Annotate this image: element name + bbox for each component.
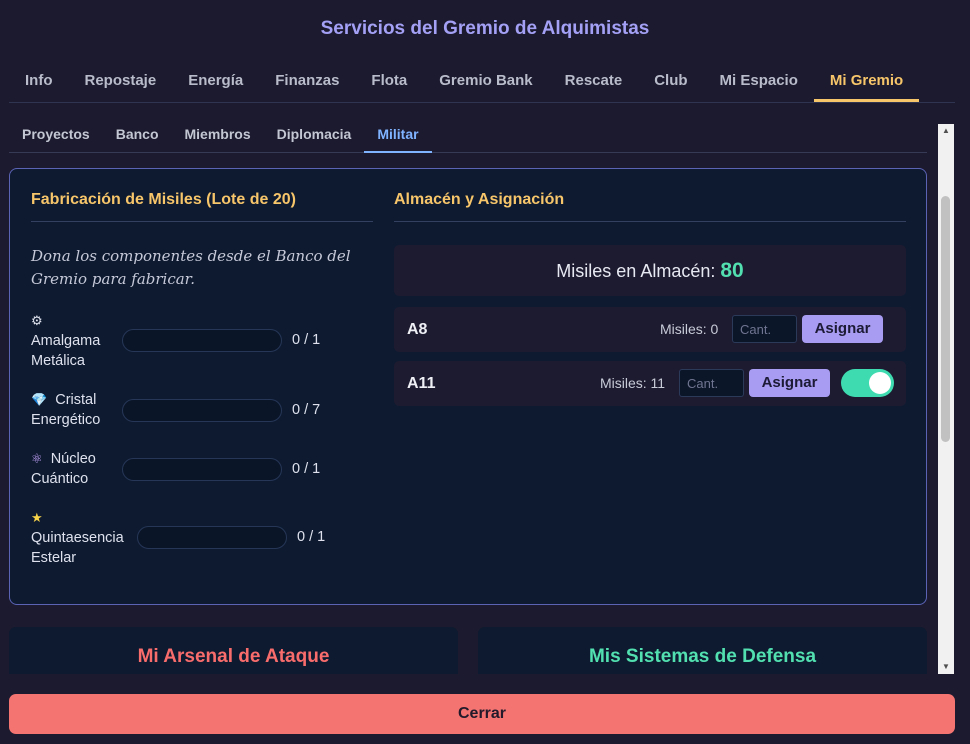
scrollbar[interactable]: ▲ ▼: [938, 124, 954, 674]
star-icon: ★: [31, 510, 43, 525]
scrollbar-thumb[interactable]: [941, 196, 950, 442]
missile-stock: Misiles en Almacén: 80: [394, 245, 906, 296]
gem-icon: 💎: [31, 392, 48, 407]
window-title: Servicios del Gremio de Alquimistas: [320, 18, 650, 39]
missile-fabrication: Fabricación de Misiles (Lote de 20) Dona…: [31, 191, 373, 566]
tab-info[interactable]: Info: [9, 62, 69, 102]
atom-icon: ⚛: [31, 451, 43, 466]
subtab-proyectos[interactable]: Proyectos: [9, 120, 103, 153]
tab-mi-gremio[interactable]: Mi Gremio: [813, 62, 920, 102]
row-name: A11: [407, 375, 436, 392]
donation-input-nucleo[interactable]: [122, 458, 282, 481]
component-count: 0 / 7: [292, 402, 321, 418]
fabrication-description: Dona los componentes desde el Banco del …: [31, 247, 351, 288]
assign-row-a8: A8 Misiles: 0 Asignar: [394, 307, 906, 352]
stock-value: 80: [720, 259, 744, 282]
gear-icon: ⚙: [31, 313, 43, 328]
donation-input-amalgama[interactable]: [122, 329, 282, 352]
toggle-knob: [869, 372, 891, 394]
subtab-miembros[interactable]: Miembros: [172, 120, 264, 153]
tab-repostaje[interactable]: Repostaje: [69, 62, 173, 102]
defense-systems-card[interactable]: Mis Sistemas de Defensa: [478, 627, 927, 674]
scroll-down-icon[interactable]: ▼: [938, 660, 954, 674]
assign-button[interactable]: Asignar: [802, 315, 883, 343]
auto-assign-toggle[interactable]: [841, 369, 894, 397]
main-tabs: Info Repostaje Energía Finanzas Flota Gr…: [9, 62, 955, 103]
component-count: 0 / 1: [292, 461, 321, 477]
row-missile-count: Misiles: 11: [600, 375, 666, 391]
component-name: Amalgama Metálica: [31, 333, 101, 369]
subtab-diplomacia[interactable]: Diplomacia: [264, 120, 365, 153]
tab-mi-espacio[interactable]: Mi Espacio: [704, 62, 814, 102]
sub-tabs: Proyectos Banco Miembros Diplomacia Mili…: [9, 120, 927, 153]
component-name: Quintaesencia Estelar: [31, 530, 124, 566]
scroll-up-icon[interactable]: ▲: [938, 124, 954, 138]
content-scroll-area: Proyectos Banco Miembros Diplomacia Mili…: [9, 120, 927, 674]
tab-rescate[interactable]: Rescate: [549, 62, 639, 102]
component-count: 0 / 1: [292, 332, 321, 348]
quantity-input[interactable]: [679, 369, 744, 397]
tab-energia[interactable]: Energía: [172, 62, 259, 102]
tab-flota[interactable]: Flota: [355, 62, 423, 102]
assign-button[interactable]: Asignar: [749, 369, 830, 397]
tab-club[interactable]: Club: [638, 62, 703, 102]
component-count: 0 / 1: [297, 529, 326, 545]
donation-input-cristal[interactable]: [122, 399, 282, 422]
subtab-militar[interactable]: Militar: [364, 120, 432, 153]
military-panel: Fabricación de Misiles (Lote de 20) Dona…: [9, 168, 927, 605]
close-button[interactable]: Cerrar: [9, 694, 955, 734]
row-name: A8: [407, 321, 428, 338]
quantity-input[interactable]: [732, 315, 797, 343]
row-missile-count: Misiles: 0: [660, 321, 719, 337]
fabrication-title: Fabricación de Misiles (Lote de 20): [31, 191, 373, 222]
attack-arsenal-card[interactable]: Mi Arsenal de Ataque: [9, 627, 458, 674]
subtab-banco[interactable]: Banco: [103, 120, 172, 153]
assign-row-a11: A11 Misiles: 11 Asignar: [394, 361, 906, 406]
tab-gremio-bank[interactable]: Gremio Bank: [423, 62, 548, 102]
storage-title: Almacén y Asignación: [394, 191, 906, 222]
missile-storage: Almacén y Asignación Misiles en Almacén:…: [394, 191, 906, 406]
tab-finanzas[interactable]: Finanzas: [259, 62, 355, 102]
stock-label: Misiles en Almacén:: [556, 261, 716, 281]
donation-input-quintaesencia[interactable]: [137, 526, 287, 549]
